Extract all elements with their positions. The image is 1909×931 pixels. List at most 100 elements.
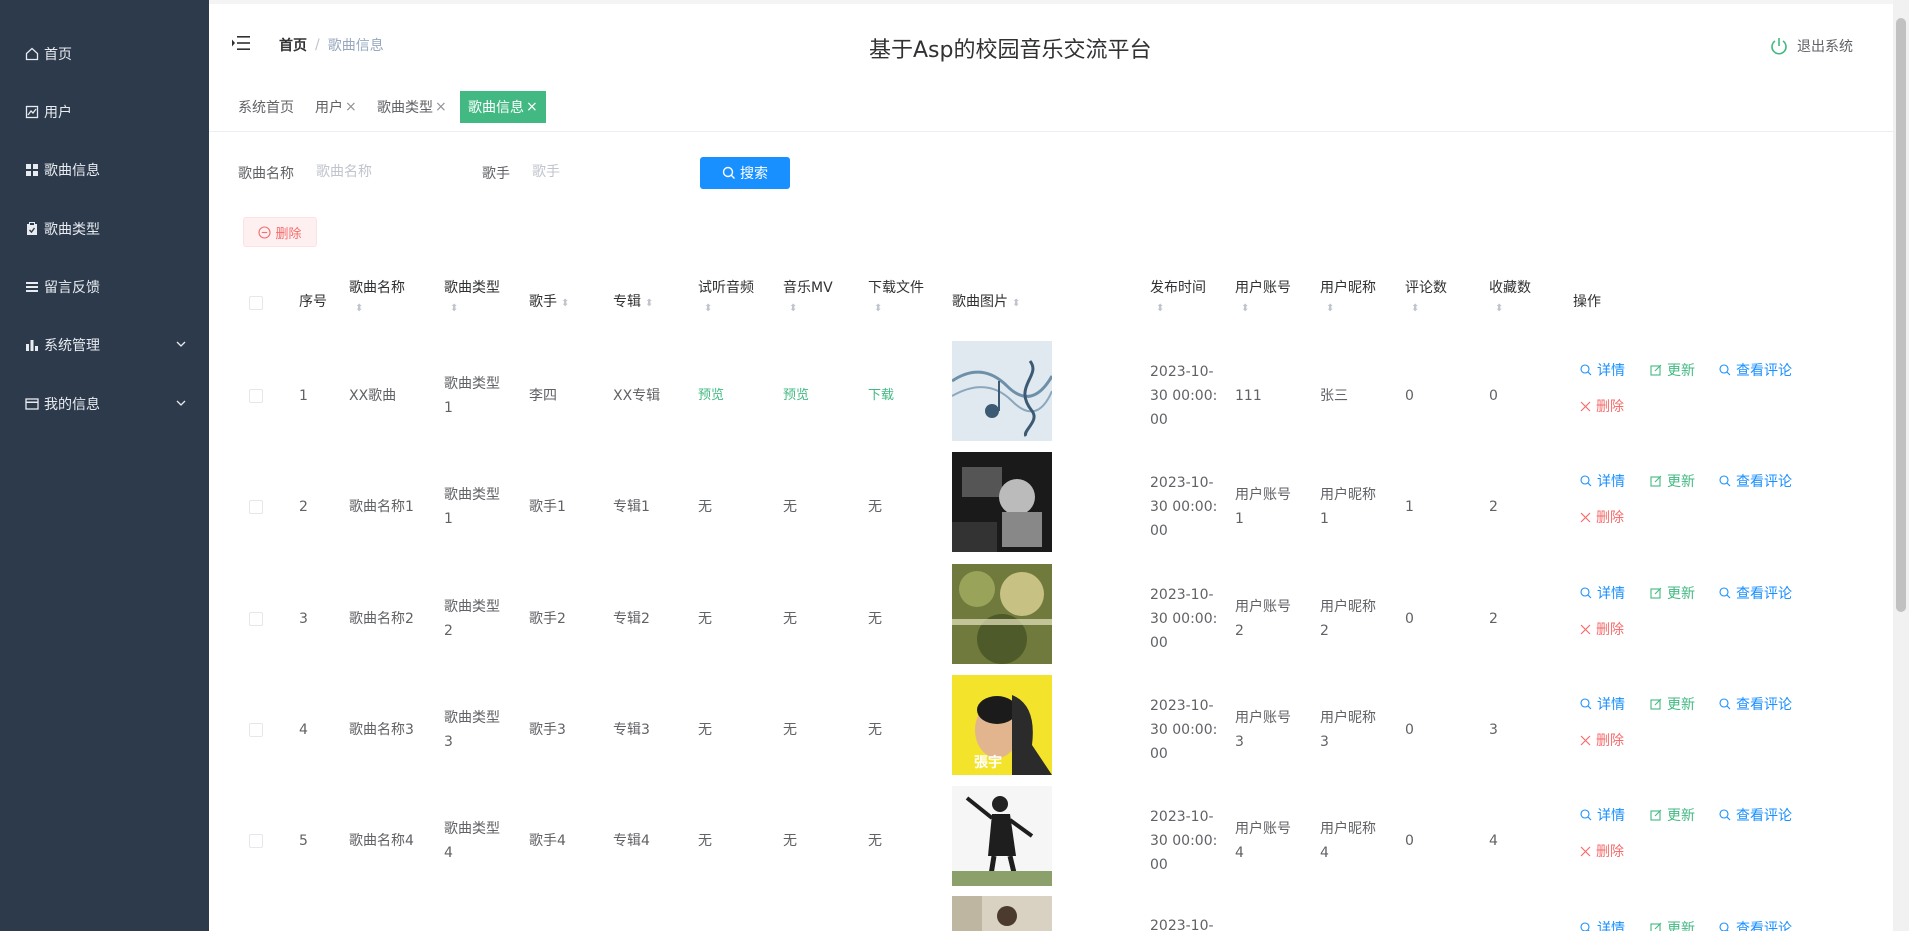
- th-type[interactable]: 歌曲类型 ⬍: [444, 276, 500, 318]
- th-account[interactable]: 用户账号 ⬍: [1235, 276, 1291, 318]
- cell-account: 用户账号 1: [1235, 487, 1291, 527]
- view-comments-button[interactable]: 查看评论: [1719, 360, 1792, 380]
- close-icon[interactable]: ×: [435, 99, 447, 115]
- update-button[interactable]: 更新: [1650, 583, 1695, 603]
- cell-album: 专辑4: [613, 833, 650, 849]
- tag-users[interactable]: 用户 ×: [315, 91, 357, 123]
- cell-mv: 无: [783, 722, 797, 738]
- page-scrollbar[interactable]: [1893, 0, 1909, 931]
- update-button[interactable]: 更新: [1650, 360, 1695, 380]
- cell-favorites: 2: [1489, 499, 1498, 515]
- close-icon: [1580, 401, 1591, 411]
- update-button[interactable]: 更新: [1650, 805, 1695, 825]
- delete-button[interactable]: 删除: [1580, 507, 1624, 527]
- th-favorites[interactable]: 收藏数 ⬍: [1489, 276, 1531, 318]
- th-image[interactable]: 歌曲图片 ⬍: [952, 290, 1020, 316]
- cell-favorites: 4: [1489, 833, 1498, 849]
- cell-singer: 李四: [529, 388, 557, 404]
- detail-button[interactable]: 详情: [1580, 694, 1625, 714]
- detail-button[interactable]: 详情: [1580, 805, 1625, 825]
- sidebar-item-home[interactable]: 首页: [0, 34, 209, 74]
- song-image[interactable]: [952, 564, 1052, 664]
- song-image[interactable]: 張宇: [952, 675, 1052, 775]
- update-button[interactable]: 更新: [1650, 694, 1695, 714]
- close-icon[interactable]: ×: [526, 99, 538, 115]
- cell-audio[interactable]: 预览: [698, 384, 724, 408]
- view-comments-button[interactable]: 查看评论: [1719, 805, 1792, 825]
- cell-audio: 无: [698, 499, 712, 515]
- row-checkbox[interactable]: [249, 723, 263, 737]
- tag-song-info[interactable]: 歌曲信息 ×: [460, 91, 546, 123]
- th-time[interactable]: 发布时间 ⬍: [1150, 276, 1206, 318]
- row-checkbox[interactable]: [249, 500, 263, 514]
- detail-button[interactable]: 详情: [1580, 471, 1625, 491]
- th-nickname[interactable]: 用户昵称 ⬍: [1320, 276, 1376, 318]
- cell-file[interactable]: 下载: [868, 384, 894, 408]
- song-image[interactable]: [952, 452, 1052, 552]
- sidebar-item-system[interactable]: 系统管理: [0, 325, 209, 365]
- search-icon: [1580, 587, 1592, 599]
- search-icon: [1719, 475, 1731, 487]
- detail-button[interactable]: 详情: [1580, 918, 1625, 931]
- th-audio[interactable]: 试听音频 ⬍: [698, 276, 754, 318]
- tag-system-home[interactable]: 系统首页: [238, 91, 294, 123]
- song-image[interactable]: [952, 341, 1052, 441]
- row-checkbox[interactable]: [249, 612, 263, 626]
- edit-icon: [1650, 475, 1662, 487]
- cell-name: XX歌曲: [349, 388, 397, 404]
- delete-button[interactable]: 删除: [1580, 396, 1624, 416]
- batch-delete-button[interactable]: 删除: [243, 217, 317, 247]
- cell-mv: 无: [783, 833, 797, 849]
- song-image[interactable]: [952, 896, 1052, 931]
- sidebar-item-label: 我的信息: [44, 397, 100, 413]
- view-comments-button[interactable]: 查看评论: [1719, 583, 1792, 603]
- th-mv[interactable]: 音乐MV ⬍: [783, 276, 833, 318]
- scrollbar-thumb[interactable]: [1896, 18, 1906, 612]
- delete-button[interactable]: 删除: [1580, 619, 1624, 639]
- delete-button[interactable]: 删除: [1580, 841, 1624, 861]
- sidebar-item-songs[interactable]: 歌曲信息: [0, 150, 209, 190]
- song-image[interactable]: [952, 786, 1052, 886]
- th-album[interactable]: 专辑 ⬍: [613, 290, 653, 316]
- cell-singer: 歌手4: [529, 833, 566, 849]
- th-singer[interactable]: 歌手 ⬍: [529, 290, 569, 316]
- sidebar-item-feedback[interactable]: 留言反馈: [0, 267, 209, 307]
- sidebar-item-song-types[interactable]: 歌曲类型: [0, 209, 209, 249]
- menu-toggle-icon[interactable]: [231, 34, 251, 56]
- view-comments-button[interactable]: 查看评论: [1719, 694, 1792, 714]
- row-checkbox[interactable]: [249, 834, 263, 848]
- sidebar-item-my-info[interactable]: 我的信息: [0, 384, 209, 424]
- th-file[interactable]: 下载文件 ⬍: [868, 276, 924, 318]
- search-icon: [722, 166, 735, 179]
- singer-input[interactable]: [532, 160, 682, 184]
- cell-mv[interactable]: 预览: [783, 384, 809, 408]
- sidebar-item-users[interactable]: 用户: [0, 92, 209, 132]
- sidebar-item-label: 歌曲信息: [44, 163, 100, 179]
- cell-account: 用户账号 3: [1235, 710, 1291, 750]
- breadcrumb-home[interactable]: 首页: [279, 35, 307, 55]
- cell-type: 歌曲类型 3: [444, 710, 500, 750]
- cell-nickname: 用户昵称 1: [1320, 487, 1376, 527]
- detail-button[interactable]: 详情: [1580, 583, 1625, 603]
- tag-song-types[interactable]: 歌曲类型 ×: [377, 91, 447, 123]
- view-comments-button[interactable]: 查看评论: [1719, 918, 1792, 931]
- close-icon[interactable]: ×: [345, 99, 357, 115]
- logout-button[interactable]: 退出系统: [1769, 36, 1853, 56]
- batch-delete-label: 删除: [275, 226, 302, 242]
- update-button[interactable]: 更新: [1650, 918, 1695, 931]
- cell-singer: 歌手3: [529, 722, 566, 738]
- detail-button[interactable]: 详情: [1580, 360, 1625, 380]
- song-name-label: 歌曲名称: [238, 166, 294, 182]
- search-button[interactable]: 搜索: [700, 157, 790, 189]
- select-all-checkbox[interactable]: [249, 296, 263, 310]
- th-name[interactable]: 歌曲名称 ⬍: [349, 276, 405, 318]
- edit-icon: [1650, 698, 1662, 710]
- delete-button[interactable]: 删除: [1580, 730, 1624, 750]
- update-button[interactable]: 更新: [1650, 471, 1695, 491]
- song-name-input[interactable]: [316, 160, 466, 184]
- cell-name: 歌曲名称4: [349, 833, 414, 849]
- view-comments-button[interactable]: 查看评论: [1719, 471, 1792, 491]
- row-checkbox[interactable]: [249, 389, 263, 403]
- cell-time: 2023-10-: [1150, 918, 1214, 931]
- th-comments[interactable]: 评论数 ⬍: [1405, 276, 1447, 318]
